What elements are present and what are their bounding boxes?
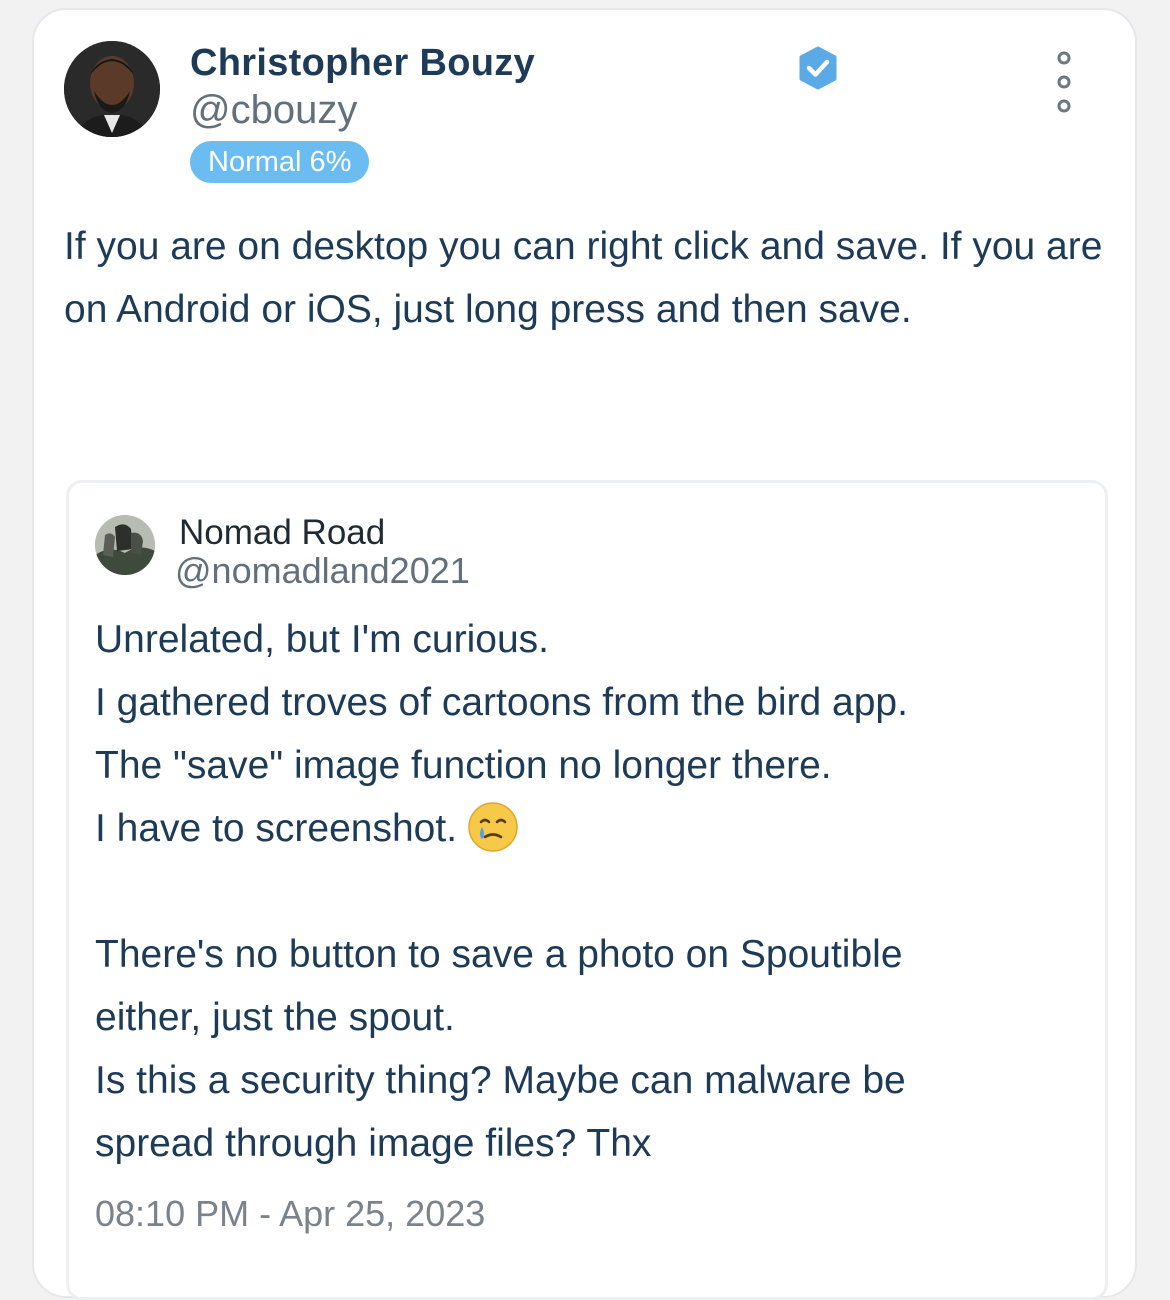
quote-line: I gathered troves of cartoons from the b… [95, 681, 908, 724]
quote-line-with-emoji: I have to screenshot. [95, 797, 1085, 860]
author-avatar-image [64, 41, 160, 137]
quote-line: spread through image files? Thx [95, 1122, 652, 1165]
quoted-post[interactable]: Nomad Road @nomadland2021 Unrelated, but… [66, 480, 1108, 1300]
author-handle[interactable]: @cbouzy [190, 88, 357, 133]
quote-author-handle[interactable]: @nomadland2021 [175, 550, 470, 592]
quote-timestamp[interactable]: 08:10 PM - Apr 25, 2023 [95, 1193, 485, 1235]
quote-author-name[interactable]: Nomad Road [179, 513, 385, 553]
quote-line: I have to screenshot. [95, 807, 458, 850]
more-options-icon[interactable] [1049, 48, 1079, 118]
quote-line: The "save" image function no longer ther… [95, 744, 832, 787]
quote-line: There's no button to save a photo on Spo… [95, 933, 903, 976]
author-name[interactable]: Christopher Bouzy [190, 42, 535, 85]
post-card: Christopher Bouzy @cbouzy Normal 6% If y… [32, 8, 1137, 1300]
quote-line: either, just the spout. [95, 996, 455, 1039]
status-badge: Normal 6% [190, 141, 370, 183]
quote-text: Unrelated, but I'm curious. I gathered t… [95, 608, 1085, 1175]
quote-avatar-image [95, 515, 155, 575]
smiling-face-with-tear-icon [468, 802, 518, 852]
post-text: If you are on desktop you can right clic… [64, 225, 1103, 331]
quote-line: Is this a security thing? Maybe can malw… [95, 1059, 906, 1102]
quote-author-avatar[interactable] [95, 515, 155, 575]
author-avatar[interactable] [64, 41, 160, 137]
verified-check-icon [799, 46, 837, 90]
quote-line: Unrelated, but I'm curious. [95, 618, 549, 661]
